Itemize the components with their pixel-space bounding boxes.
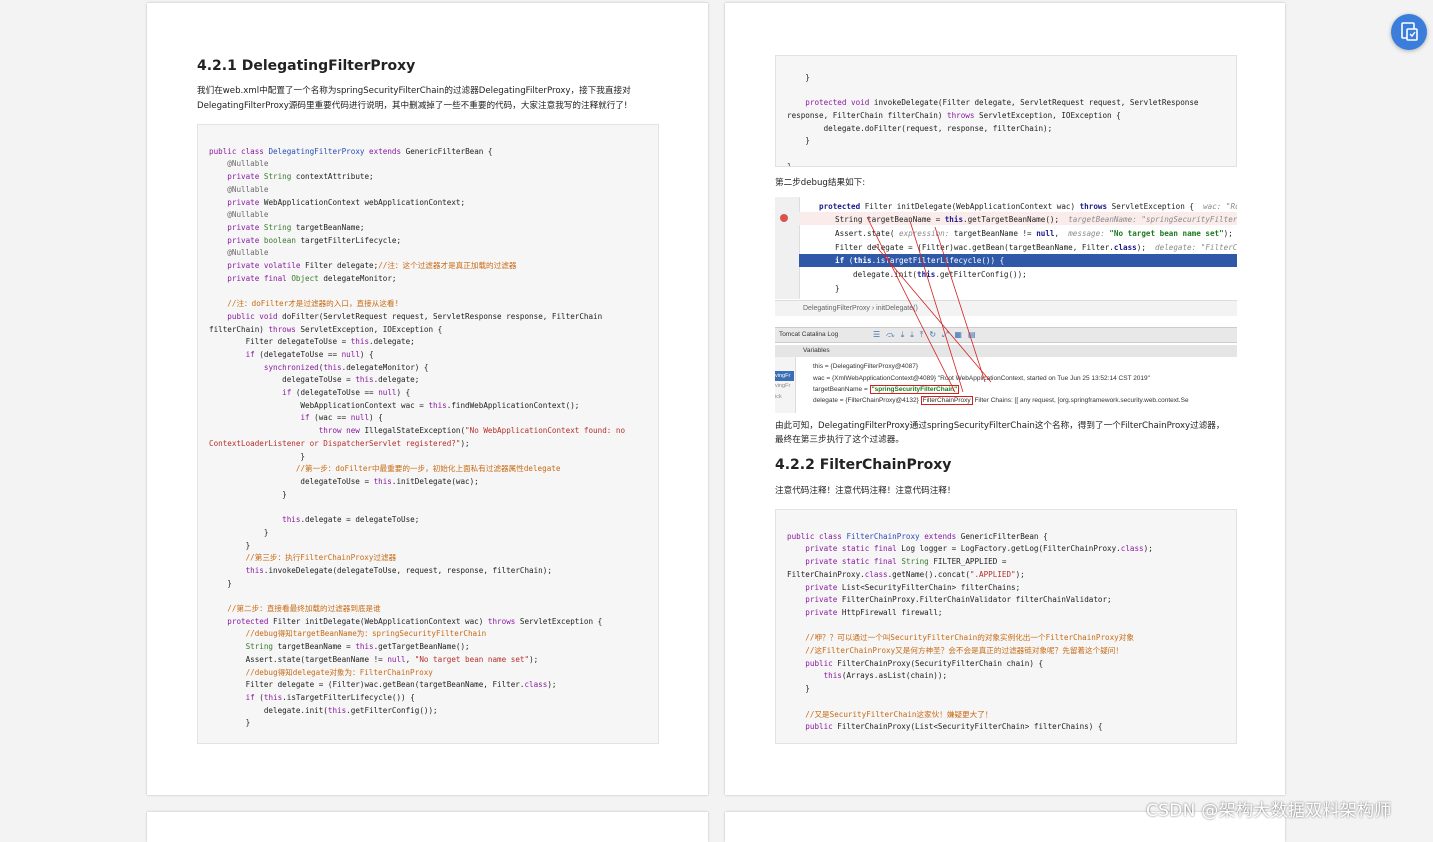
document-page-3 (147, 812, 708, 842)
document-page-2: } protected void invokeDelegate(Filter d… (725, 3, 1285, 795)
conclusion-line-1: 由此可知，DelegatingFilterProxy通过springSecuri… (775, 421, 1225, 431)
code-block-delegating-filter-proxy: public class DelegatingFilterProxy exten… (197, 124, 659, 744)
ide-debug-screenshot: protected Filter initDelegate(WebApplica… (775, 197, 1237, 413)
pdf-convert-icon (1401, 22, 1418, 41)
intro-line-1: 我们在web.xml中配置了一个名称为springSecurityFilterC… (197, 86, 631, 96)
debug-result-label: 第二步debug结果如下: (775, 178, 866, 188)
code-comment-note: 注意代码注释！注意代码注释！注意代码注释！ (775, 486, 956, 496)
code-block-filter-chain-proxy: public class FilterChainProxy extends Ge… (775, 509, 1237, 744)
csdn-watermark: CSDN @架构大数据双料架构师 (1146, 801, 1392, 821)
intro-line-2: DelegatingFilterProxy源码里重要代码进行说明，其中删减掉了一… (197, 101, 628, 111)
code-block-invoke-delegate: } protected void invokeDelegate(Filter d… (775, 55, 1237, 167)
annotation-arrows (866, 216, 992, 393)
section-heading-4-2-2: 4.2.2 FilterChainProxy (775, 457, 952, 473)
pdf-convert-button[interactable] (1391, 14, 1427, 50)
document-page-1: 4.2.1 DelegatingFilterProxy 我们在web.xml中配… (147, 3, 708, 795)
conclusion-line-2: 最终在第三步执行了这个过滤器。 (775, 435, 904, 445)
section-heading-4-2-1: 4.2.1 DelegatingFilterProxy (197, 58, 416, 74)
